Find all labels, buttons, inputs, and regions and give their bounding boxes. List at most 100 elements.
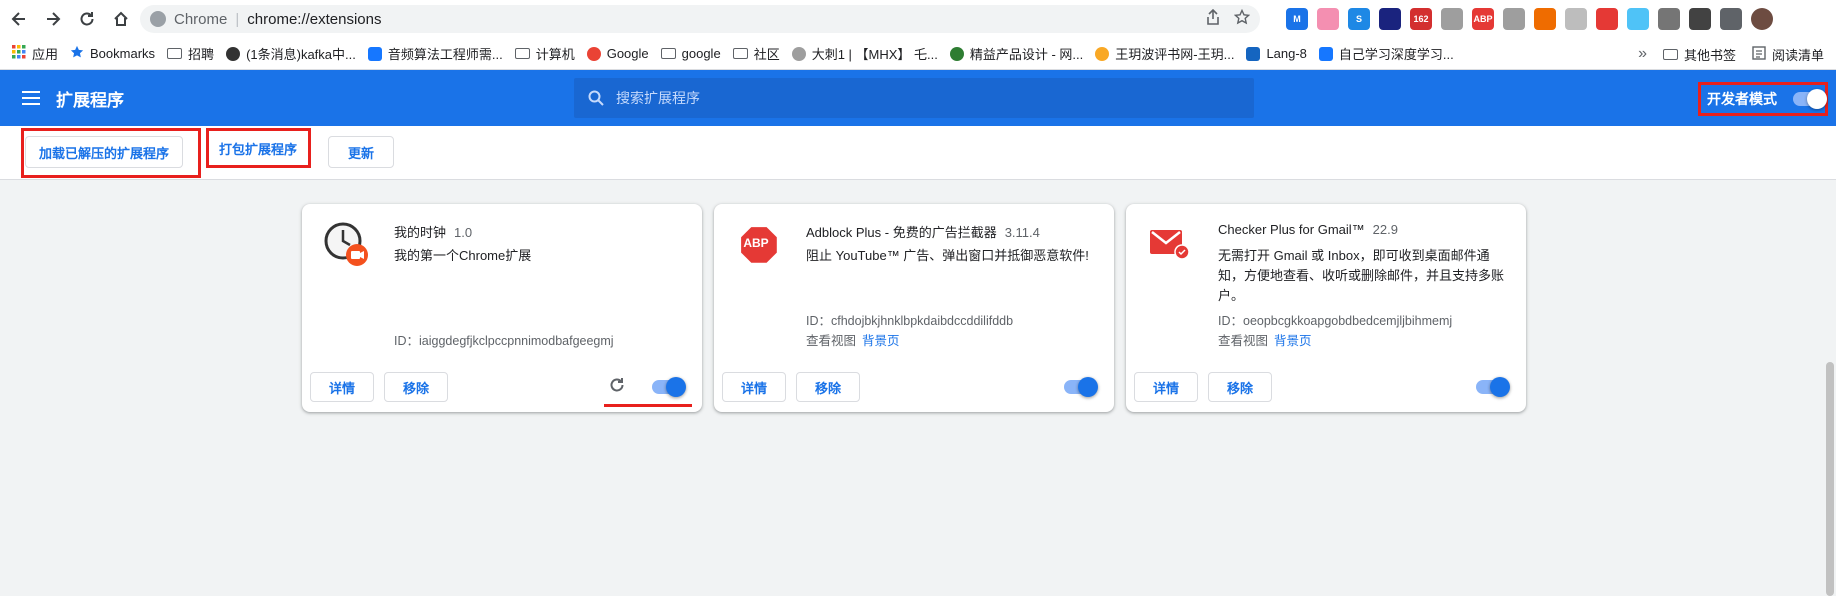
bookmark-item[interactable]: google <box>660 46 721 61</box>
abp-logo-icon: ABP <box>736 222 782 268</box>
svg-text:ABP: ABP <box>743 236 768 250</box>
bookmarks-bar: 应用 Bookmarks 招聘 (1条消息)kafka中... 音频算法工程师需... 计… <box>0 38 1836 70</box>
enable-toggle[interactable] <box>652 377 686 397</box>
chart-extension-icon[interactable] <box>1503 8 1525 30</box>
bookmark-item[interactable]: (1条消息)kafka中... <box>226 44 356 63</box>
details-button[interactable]: 详情 <box>722 372 786 402</box>
extension-card: ABP Adblock Plus - 免费的广告拦截器 3.11.4 阻止 You… <box>714 204 1114 412</box>
remove-button[interactable]: 移除 <box>384 372 448 402</box>
extension-description: 无需打开 Gmail 或 Inbox，即可收到桌面邮件通知，方便地查看、收听或删… <box>1218 248 1505 303</box>
bookmark-label: Bookmarks <box>90 46 156 61</box>
v-extension-icon[interactable] <box>1658 8 1680 30</box>
mail-162-extension-icon[interactable]: 162 <box>1410 8 1432 30</box>
inspect-views-label: 查看视图 <box>806 334 857 348</box>
extension-title: Adblock Plus - 免费的广告拦截器 <box>806 225 997 240</box>
extension-name: Adblock Plus - 免费的广告拦截器 3.11.4 <box>806 222 1040 241</box>
load-unpacked-button[interactable]: 加载已解压的扩展程序 <box>25 136 183 168</box>
share-icon[interactable] <box>1206 8 1220 30</box>
ring-extension-icon[interactable] <box>1627 8 1649 30</box>
bookmark-item[interactable]: 计算机 <box>514 44 575 63</box>
bookmark-item[interactable]: 应用 <box>12 44 58 63</box>
bookmark-item[interactable]: 社区 <box>732 44 780 63</box>
circle-extension-icon[interactable] <box>1565 8 1587 30</box>
bookmark-item[interactable]: Google <box>586 46 649 61</box>
bookmark-item[interactable]: Lang-8 <box>1246 46 1307 61</box>
bookmark-star-icon[interactable] <box>1233 8 1251 30</box>
other-bookmarks-label: 其他书签 <box>1683 47 1736 63</box>
enable-toggle[interactable] <box>1064 377 1098 397</box>
search-bar[interactable] <box>574 78 1254 118</box>
search-input[interactable] <box>616 90 1216 106</box>
home-icon[interactable] <box>106 4 136 34</box>
reading-list[interactable]: 阅读清单 <box>1752 45 1824 64</box>
bookmark-item[interactable]: 王玥波评书网-王玥... <box>1095 44 1234 63</box>
forward-icon[interactable] <box>38 4 68 34</box>
bookmark-item[interactable]: Bookmarks <box>70 45 155 62</box>
url-text: chrome://extensions <box>247 10 382 28</box>
bookmark-label: 精益产品设计 - 网... <box>969 47 1084 62</box>
extension-version: 1.0 <box>454 225 473 240</box>
extension-id: ID：oeopbcgkkoapgobdbedcemjljbihmemj <box>1218 314 1453 328</box>
check-icon <box>1246 46 1261 61</box>
google-icon <box>586 46 601 61</box>
background-page-link[interactable]: 背景页 <box>1274 334 1312 348</box>
enable-toggle[interactable] <box>1476 377 1510 397</box>
remove-button[interactable]: 移除 <box>1208 372 1272 402</box>
fox-extension-icon[interactable] <box>1534 8 1556 30</box>
details-button[interactable]: 详情 <box>310 372 374 402</box>
extension-id: ID：cfhdojbkjhnklbpkdaibdccddilifddb <box>806 314 1014 328</box>
developer-mode-toggle[interactable] <box>1793 89 1827 109</box>
star-icon <box>70 45 84 62</box>
background-page-link[interactable]: 背景页 <box>862 334 900 348</box>
reload-icon[interactable] <box>72 4 102 34</box>
site-icon <box>226 46 241 61</box>
extension-version: 3.11.4 <box>1004 225 1040 240</box>
menu-icon[interactable] <box>22 91 40 105</box>
apps-grid-icon <box>12 45 26 62</box>
extension-title: 我的时钟 <box>394 225 447 240</box>
details-button[interactable]: 详情 <box>1134 372 1198 402</box>
developer-toolbar: 加载已解压的扩展程序 打包扩展程序 更新 <box>0 126 1836 180</box>
extension-description: 阻止 YouTube™ 广告、弹出窗口并抵御恶意软件! <box>806 248 1089 263</box>
s-extension-icon[interactable]: S <box>1348 8 1370 30</box>
folder-icon <box>167 48 183 59</box>
abp-extension-icon[interactable]: ABP <box>1472 8 1494 30</box>
profile-avatar[interactable] <box>1751 8 1773 30</box>
extension-title: Checker Plus for Gmail™ <box>1218 222 1365 237</box>
bookmark-item[interactable]: 大刺1 | 【MHX】 乇... <box>791 44 938 63</box>
grid-extension-icon[interactable] <box>1441 8 1463 30</box>
m-extension-icon[interactable]: M <box>1286 8 1308 30</box>
scrollbar[interactable] <box>1826 362 1834 596</box>
puzzle-extension-icon[interactable] <box>1720 8 1742 30</box>
search-icon <box>588 90 604 106</box>
bookmark-item[interactable]: 自己学习深度学习... <box>1318 44 1454 63</box>
clock-logo-icon <box>324 222 370 268</box>
bookmarks-overflow[interactable]: » <box>1638 45 1647 63</box>
update-button[interactable]: 更新 <box>328 136 394 168</box>
browser-toolbar: Chrome | chrome://extensions M S 162 ABP <box>0 0 1836 38</box>
other-bookmarks-folder[interactable]: 其他书签 <box>1662 45 1736 64</box>
bookmark-item[interactable]: 精益产品设计 - 网... <box>949 44 1084 63</box>
bookmark-label: 自己学习深度学习... <box>1338 47 1454 62</box>
back-icon[interactable] <box>4 4 34 34</box>
folder-icon <box>660 48 676 59</box>
bookmark-label: (1条消息)kafka中... <box>246 47 356 62</box>
folder-icon <box>514 48 530 59</box>
reading-list-label: 阅读清单 <box>1771 47 1824 63</box>
book-icon <box>949 46 964 61</box>
hat-extension-icon[interactable] <box>1379 8 1401 30</box>
bookmark-item[interactable]: 音频算法工程师需... <box>367 44 503 63</box>
bookmark-item[interactable]: 招聘 <box>167 44 214 63</box>
pack-extension-button[interactable]: 打包扩展程序 <box>210 132 306 164</box>
separator: | <box>235 10 240 28</box>
inspect-views: 查看视图 背景页 <box>1218 330 1312 349</box>
developer-mode-highlight: 开发者模式 <box>1698 82 1828 116</box>
clock-extension-icon[interactable] <box>1689 8 1711 30</box>
address-bar[interactable]: Chrome | chrome://extensions <box>140 5 1260 33</box>
rocket-extension-icon[interactable] <box>1596 8 1618 30</box>
extension-name: Checker Plus for Gmail™ 22.9 <box>1218 222 1398 237</box>
cat-extension-icon[interactable] <box>1317 8 1339 30</box>
bookmark-label: 大刺1 | 【MHX】 乇... <box>811 47 938 62</box>
remove-button[interactable]: 移除 <box>796 372 860 402</box>
reload-extension-icon[interactable] <box>606 374 628 396</box>
